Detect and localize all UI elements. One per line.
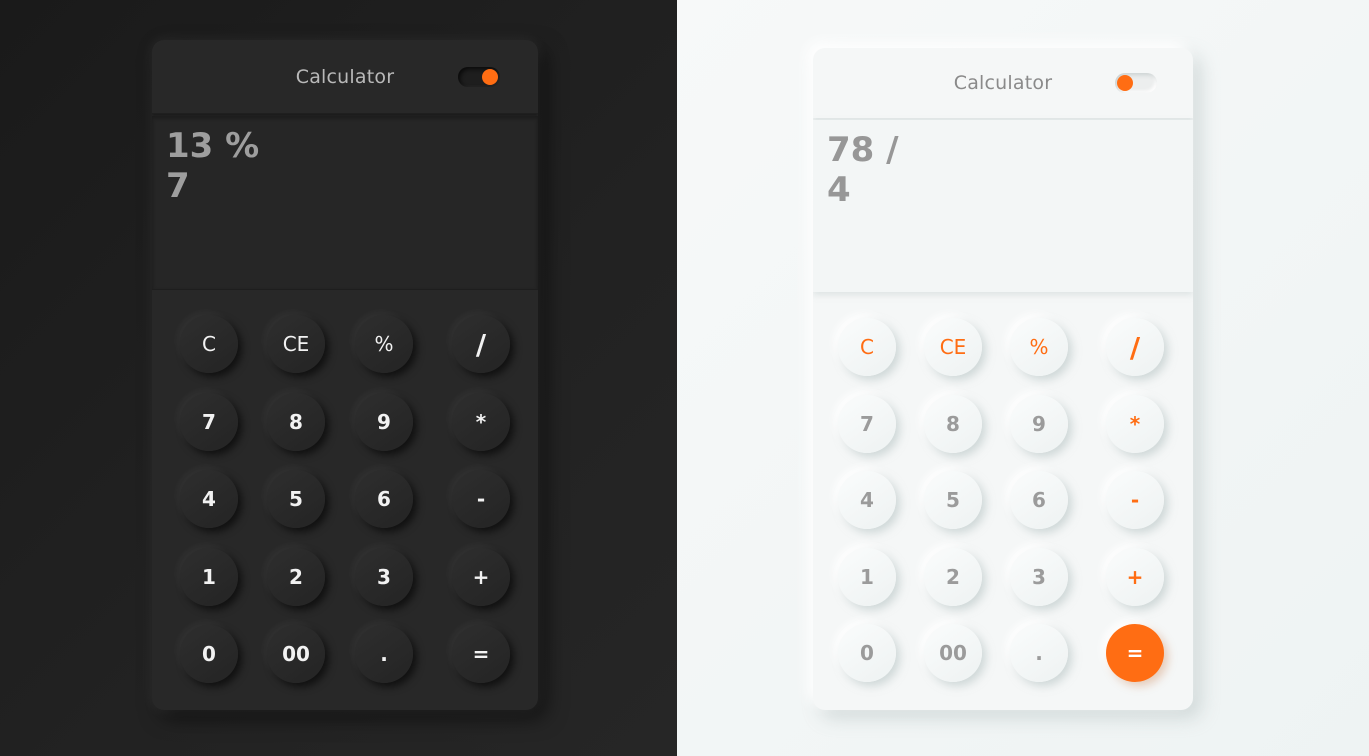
double-zero-button[interactable]: 00 <box>924 624 982 682</box>
calculator-header: Calculator <box>152 40 538 114</box>
digit-0-button[interactable]: 0 <box>180 625 238 683</box>
theme-toggle[interactable] <box>1115 73 1157 93</box>
toggle-knob <box>1117 75 1133 91</box>
digit-1-button[interactable]: 1 <box>838 547 896 606</box>
digit-8-button[interactable]: 8 <box>267 392 325 451</box>
multiply-button[interactable]: * <box>1106 394 1164 453</box>
equals-button[interactable]: = <box>1106 624 1164 682</box>
clear-entry-button[interactable]: CE <box>924 318 982 376</box>
subtract-button[interactable]: - <box>452 470 510 528</box>
digit-4-button[interactable]: 4 <box>180 470 238 528</box>
digit-4-button[interactable]: 4 <box>838 471 896 529</box>
digit-6-button[interactable]: 6 <box>355 470 413 528</box>
light-theme-half: Calculator 78 / 4 C CE%/7 8 9 * 4 5 6-1 2 3 +0 00. = <box>677 0 1369 756</box>
digit-7-button[interactable]: 7 <box>838 394 896 453</box>
display-value: 4 <box>827 170 851 210</box>
digit-8-button[interactable]: 8 <box>924 394 982 453</box>
digit-7-button[interactable]: 7 <box>180 392 238 451</box>
digit-5-button[interactable]: 5 <box>924 471 982 529</box>
calculator-display: 78 / 4 <box>813 120 1193 292</box>
calculator-display: 13 % 7 <box>152 116 538 290</box>
percent-button[interactable]: % <box>1010 318 1068 376</box>
toggle-knob <box>482 68 498 85</box>
subtract-button[interactable]: - <box>1106 471 1164 529</box>
digit-5-button[interactable]: 5 <box>267 470 325 528</box>
divide-button[interactable]: / <box>1106 318 1164 376</box>
equals-button[interactable]: = <box>452 625 510 683</box>
digit-6-button[interactable]: 6 <box>1010 471 1068 529</box>
calculator-title: Calculator <box>953 72 1053 94</box>
digit-9-button[interactable]: 9 <box>355 392 413 451</box>
display-expression: 13 % <box>166 126 260 166</box>
light-calculator: Calculator 78 / 4 C CE%/7 8 9 * 4 5 6-1 2 3 +0 00. = <box>813 48 1193 710</box>
add-button[interactable]: + <box>452 547 510 606</box>
display-expression: 78 / <box>827 130 899 170</box>
digit-2-button[interactable]: 2 <box>267 547 325 606</box>
divide-button[interactable]: / <box>452 315 510 373</box>
display-value: 7 <box>166 166 190 206</box>
calculator-title: Calculator <box>295 65 395 88</box>
clear-button[interactable]: C <box>838 318 896 376</box>
calculator-header: Calculator <box>813 48 1193 118</box>
add-button[interactable]: + <box>1106 547 1164 606</box>
percent-button[interactable]: % <box>355 315 413 373</box>
clear-entry-button[interactable]: CE <box>267 315 325 373</box>
dark-theme-half: Calculator 13 % 7 C CE%/7 8 9 * 4 5 6-1 2 3 +0 00. = <box>0 0 677 756</box>
double-zero-button[interactable]: 00 <box>267 625 325 683</box>
digit-9-button[interactable]: 9 <box>1010 394 1068 453</box>
decimal-button[interactable]: . <box>1010 624 1068 682</box>
multiply-button[interactable]: * <box>452 392 510 451</box>
clear-button[interactable]: C <box>180 315 238 373</box>
digit-1-button[interactable]: 1 <box>180 547 238 606</box>
decimal-button[interactable]: . <box>355 625 413 683</box>
dark-calculator: Calculator 13 % 7 C CE%/7 8 9 * 4 5 6-1 2 3 +0 00. = <box>152 40 538 710</box>
digit-3-button[interactable]: 3 <box>1010 547 1068 606</box>
digit-3-button[interactable]: 3 <box>355 547 413 606</box>
digit-2-button[interactable]: 2 <box>924 547 982 606</box>
theme-toggle[interactable] <box>458 66 500 87</box>
digit-0-button[interactable]: 0 <box>838 624 896 682</box>
